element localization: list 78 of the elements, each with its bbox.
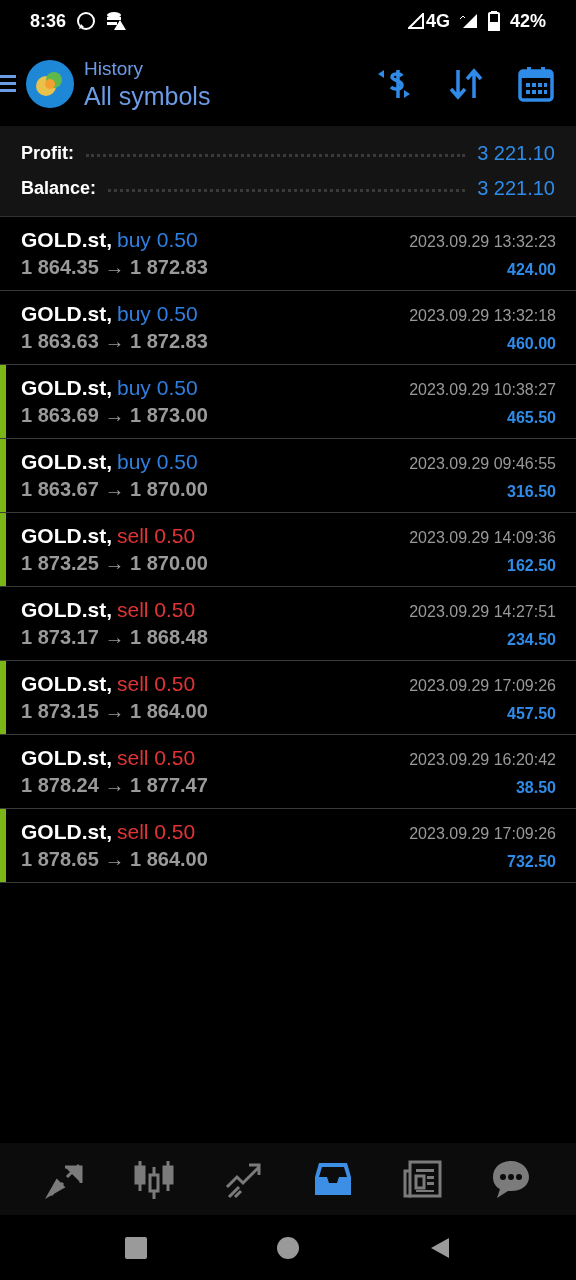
deal-prices: 1 863.63 → 1 872.83 <box>21 330 208 353</box>
deal-time: 2023.09.29 16:20:42 <box>409 750 556 769</box>
deal-row[interactable]: GOLD.st, sell 0.50 1 873.15 → 1 864.00 2023.09.29 17:09:26 457.50 <box>0 661 576 735</box>
recents-button-icon[interactable] <box>125 1236 147 1259</box>
deal-time: 2023.09.29 09:46:55 <box>409 454 556 473</box>
battery-level: 42% <box>509 10 546 32</box>
deal-time: 2023.09.29 13:32:18 <box>409 306 556 325</box>
deal-order: sell 0.50 <box>117 820 196 844</box>
database-warning-icon <box>106 11 127 31</box>
deal-row[interactable]: GOLD.st, sell 0.50 1 873.25 → 1 870.00 2023.09.29 14:09:36 162.50 <box>0 513 576 587</box>
home-button-icon[interactable] <box>277 1236 299 1259</box>
deal-symbol: GOLD.st, <box>21 598 112 622</box>
summary-value: 3 221.10 <box>477 177 555 200</box>
deal-time: 2023.09.29 10:38:27 <box>409 380 556 399</box>
deal-prices: 1 873.25 → 1 870.00 <box>21 552 208 575</box>
deal-order: sell 0.50 <box>117 746 196 770</box>
summary-value: 3 221.10 <box>477 142 555 165</box>
signal-icon <box>407 13 424 29</box>
deal-row[interactable]: GOLD.st, buy 0.50 1 863.63 → 1 872.83 2023.09.29 13:32:18 460.00 <box>0 291 576 365</box>
deal-row[interactable]: GOLD.st, sell 0.50 1 878.24 → 1 877.47 2023.09.29 16:20:42 38.50 <box>0 735 576 809</box>
deal-prices: 1 878.24 → 1 877.47 <box>21 774 208 797</box>
symbol-filter[interactable]: All symbols <box>84 81 364 111</box>
screen-subtitle: History <box>84 57 145 80</box>
deal-prices: 1 873.17 → 1 868.48 <box>21 626 208 649</box>
deal-order: sell 0.50 <box>117 672 196 696</box>
deal-symbol: GOLD.st, <box>21 672 112 696</box>
candlestick-icon[interactable] <box>134 1159 174 1199</box>
deal-profit: 316.50 <box>507 482 556 501</box>
deal-row[interactable]: GOLD.st, buy 0.50 1 863.69 → 1 873.00 2023.09.29 10:38:27 465.50 <box>0 365 576 439</box>
deal-symbol: GOLD.st, <box>21 746 112 770</box>
deal-symbol: GOLD.st, <box>21 302 112 326</box>
chat-bubble-icon[interactable] <box>491 1159 532 1199</box>
deal-order: buy 0.50 <box>117 228 198 252</box>
deal-order: buy 0.50 <box>117 450 198 474</box>
deal-row[interactable]: GOLD.st, sell 0.50 1 873.17 → 1 868.48 2023.09.29 14:27:51 234.50 <box>0 587 576 661</box>
deal-row[interactable]: GOLD.st, buy 0.50 1 864.35 → 1 872.83 2023.09.29 13:32:23 424.00 <box>0 217 576 291</box>
deal-prices: 1 864.35 → 1 872.83 <box>21 256 208 279</box>
deal-prices: 1 878.65 → 1 864.00 <box>21 848 208 871</box>
deal-prices: 1 863.67 → 1 870.00 <box>21 478 208 501</box>
summary-label: Profit: <box>21 143 74 164</box>
deal-symbol: GOLD.st, <box>21 228 112 252</box>
deal-profit: 162.50 <box>507 556 556 575</box>
deal-row[interactable]: GOLD.st, buy 0.50 1 863.67 → 1 870.00 2023.09.29 09:46:55 316.50 <box>0 439 576 513</box>
deal-order: sell 0.50 <box>117 524 196 548</box>
newspaper-icon[interactable] <box>401 1159 442 1199</box>
deal-order: sell 0.50 <box>117 598 196 622</box>
clock-time: 8:36 <box>30 10 67 32</box>
deal-profit: 457.50 <box>507 704 556 723</box>
deal-time: 2023.09.29 14:09:36 <box>409 528 556 547</box>
signal-icon <box>459 13 478 29</box>
sort-arrows-icon[interactable] <box>448 66 484 102</box>
back-button-icon[interactable] <box>429 1236 451 1259</box>
summary-label: Balance: <box>21 178 97 199</box>
calendar-icon[interactable] <box>518 66 554 102</box>
deal-profit: 465.50 <box>507 408 556 427</box>
battery-icon <box>487 11 500 31</box>
deal-time: 2023.09.29 17:09:26 <box>409 824 556 843</box>
deal-symbol: GOLD.st, <box>21 820 112 844</box>
app-logo-icon <box>26 60 74 108</box>
deal-profit: 38.50 <box>515 778 556 797</box>
deal-profit: 424.00 <box>507 260 556 279</box>
deal-row[interactable]: GOLD.st, sell 0.50 1 878.65 → 1 864.00 2023.09.29 17:09:26 732.50 <box>0 809 576 883</box>
deal-symbol: GOLD.st, <box>21 376 112 400</box>
network-type: 4G <box>425 10 450 32</box>
chat-icon <box>76 11 97 31</box>
deal-profit: 460.00 <box>507 334 556 353</box>
deal-order: buy 0.50 <box>117 302 198 326</box>
deal-prices: 1 863.69 → 1 873.00 <box>21 404 208 427</box>
menu-icon[interactable] <box>0 73 16 95</box>
deal-symbol: GOLD.st, <box>21 524 112 548</box>
deal-time: 2023.09.29 17:09:26 <box>409 676 556 695</box>
deal-order: buy 0.50 <box>117 376 198 400</box>
deal-profit: 732.50 <box>507 852 556 871</box>
deal-profit: 234.50 <box>507 630 556 649</box>
deal-prices: 1 873.15 → 1 864.00 <box>21 700 208 723</box>
deal-symbol: GOLD.st, <box>21 450 112 474</box>
deal-time: 2023.09.29 14:27:51 <box>409 602 556 621</box>
deal-time: 2023.09.29 13:32:23 <box>409 232 556 251</box>
